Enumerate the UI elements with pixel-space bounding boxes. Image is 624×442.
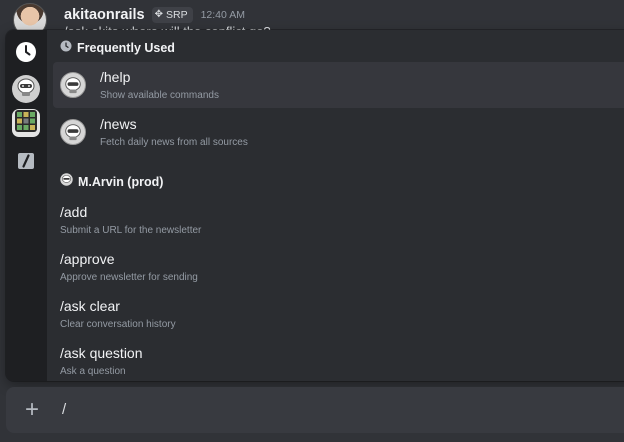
section-header-frequent: Frequently Used bbox=[60, 40, 175, 56]
tag-icon: ✥ bbox=[154, 9, 163, 20]
command-name: /help bbox=[100, 69, 131, 85]
command-item-ask-question[interactable]: /ask question Ask a question bbox=[53, 337, 624, 381]
recent-commands-button[interactable] bbox=[12, 40, 40, 68]
command-description: Clear conversation history bbox=[60, 319, 176, 330]
command-name: /add bbox=[60, 204, 88, 220]
clock-icon bbox=[15, 41, 37, 68]
robot-icon bbox=[60, 173, 73, 191]
command-item-approve[interactable]: /approve Approve newsletter for sending bbox=[53, 243, 624, 289]
server-tag-badge[interactable]: ✥ SRP bbox=[151, 7, 193, 23]
section-title: Frequently Used bbox=[77, 41, 175, 55]
command-item-add[interactable]: /add Submit a URL for the newsletter bbox=[53, 196, 624, 242]
message-header: akitaonrails ✥ SRP 12:40 AM bbox=[64, 6, 245, 24]
message-input-bar: + / bbox=[6, 387, 624, 433]
message-author[interactable]: akitaonrails bbox=[64, 7, 145, 23]
command-name: /ask question bbox=[60, 345, 143, 361]
app-grid-icon bbox=[14, 109, 38, 138]
plus-icon: + bbox=[24, 396, 39, 423]
robot-icon bbox=[15, 76, 37, 103]
command-description: Approve newsletter for sending bbox=[60, 272, 198, 283]
section-title: M.Arvin (prod) bbox=[78, 175, 164, 189]
bot-avatar bbox=[60, 119, 86, 145]
command-autocomplete-popup: Frequently Used /help Show available com… bbox=[6, 30, 624, 381]
robot-icon bbox=[65, 77, 81, 94]
tag-label: SRP bbox=[165, 9, 188, 21]
command-description: Show available commands bbox=[100, 90, 219, 101]
command-item-help[interactable]: /help Show available commands bbox=[53, 62, 624, 108]
apps-commands-button[interactable] bbox=[12, 109, 40, 137]
bot-commands-button[interactable] bbox=[12, 75, 40, 103]
clock-icon bbox=[60, 39, 72, 57]
robot-icon bbox=[65, 124, 81, 141]
command-description: Fetch daily news from all sources bbox=[100, 137, 248, 148]
command-list: Frequently Used /help Show available com… bbox=[47, 30, 624, 381]
message-input[interactable]: / bbox=[62, 399, 602, 421]
section-header-bot: M.Arvin (prod) bbox=[60, 173, 164, 191]
command-category-rail bbox=[6, 30, 47, 381]
command-name: /approve bbox=[60, 251, 115, 267]
message-timestamp: 12:40 AM bbox=[200, 9, 245, 21]
command-name: /news bbox=[100, 116, 137, 132]
slash-icon bbox=[16, 151, 36, 176]
builtin-commands-button[interactable] bbox=[12, 149, 40, 177]
command-item-news[interactable]: /news Fetch daily news from all sources bbox=[53, 109, 624, 155]
command-description: Ask a question bbox=[60, 366, 126, 377]
command-description: Submit a URL for the newsletter bbox=[60, 225, 202, 236]
command-item-ask-clear[interactable]: /ask clear Clear conversation history bbox=[53, 290, 624, 336]
bot-avatar bbox=[60, 72, 86, 98]
add-attachment-button[interactable]: + bbox=[20, 398, 44, 422]
command-name: /ask clear bbox=[60, 298, 120, 314]
